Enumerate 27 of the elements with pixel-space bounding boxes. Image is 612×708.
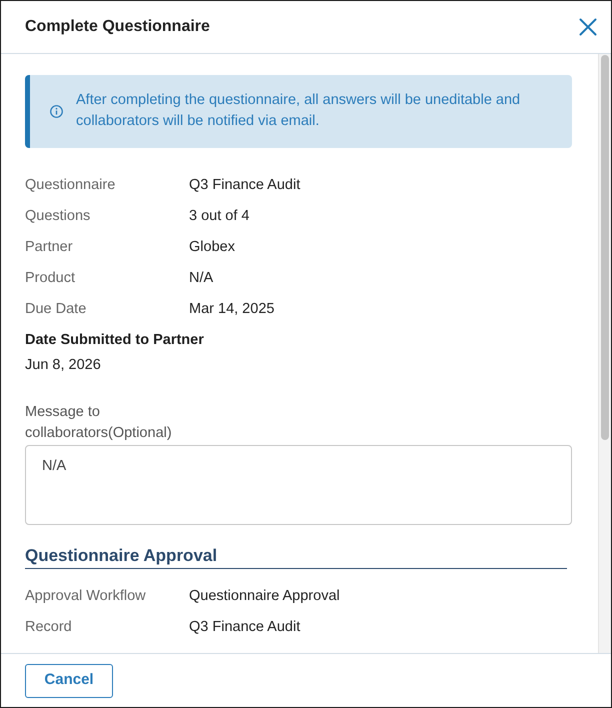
field-label: Questionnaire xyxy=(25,176,116,195)
field-label: Questions xyxy=(25,206,92,226)
field-value: Questionnaire Approval xyxy=(189,586,340,606)
dialog-title: Complete Questionnaire xyxy=(25,17,210,37)
cancel-button[interactable]: Cancel xyxy=(25,664,113,698)
field-label: Record xyxy=(25,618,73,637)
close-button[interactable] xyxy=(577,16,599,38)
field-label: Product xyxy=(25,268,76,288)
scrollbar-thumb[interactable] xyxy=(601,55,609,440)
field-value: N/A xyxy=(189,268,214,288)
field-value: Q3 Finance Audit xyxy=(189,618,300,637)
field-value: Globex xyxy=(189,238,235,257)
field-label: Approval Workflow xyxy=(25,586,147,606)
field-label: Message to collaborators(Optional) xyxy=(25,403,173,443)
field-value: Jun 8, 2026 xyxy=(25,356,102,375)
close-icon xyxy=(579,18,597,36)
field-label: Date Submitted to Partner xyxy=(25,331,205,350)
field-value: Mar 14, 2025 xyxy=(189,300,274,319)
field-value: 3 out of 4 xyxy=(189,206,250,226)
alert-message: After completing the questionnaire, all answers will be uneditable and collaborators will be notified via email. xyxy=(76,91,522,131)
message-field[interactable]: N/A xyxy=(25,445,572,525)
scrollbar-track[interactable] xyxy=(598,54,611,653)
section-heading: Questionnaire Approval xyxy=(25,544,567,569)
info-icon xyxy=(50,104,63,118)
field-label: Due Date xyxy=(25,300,88,319)
field-value: Q3 Finance Audit xyxy=(189,176,300,195)
field-label: Partner xyxy=(25,238,74,257)
